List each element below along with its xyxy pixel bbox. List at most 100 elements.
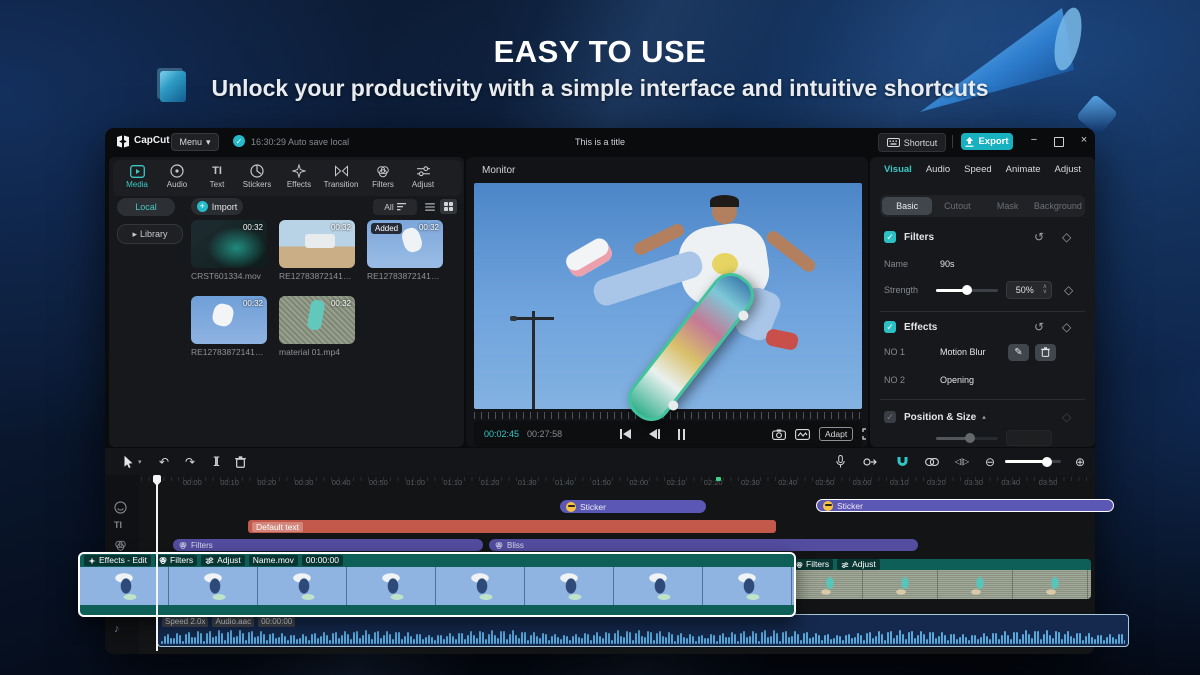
- sidebar-item-library[interactable]: ▸ Library: [117, 224, 183, 244]
- reset-icon[interactable]: ↺: [1034, 230, 1044, 244]
- shortcut-button[interactable]: Shortcut: [878, 133, 946, 152]
- filters-icon: [363, 163, 403, 179]
- sticker-clip[interactable]: Sticker: [560, 500, 706, 513]
- adapt-button[interactable]: Adapt: [819, 427, 854, 441]
- media-item[interactable]: Added 00:32 RE127838721412.mp4: [367, 220, 443, 281]
- ruler-label: 01:50: [592, 478, 611, 487]
- snapshot-icon[interactable]: [772, 428, 786, 440]
- tab-filters[interactable]: Filters: [363, 163, 403, 189]
- media-thumbnail: 00:32: [191, 220, 267, 268]
- tab-transition[interactable]: Transition: [321, 163, 361, 189]
- export-button[interactable]: Export: [961, 133, 1013, 150]
- minimize-button[interactable]: −: [1026, 134, 1042, 146]
- sticker-track-icon: [114, 501, 127, 514]
- previous-frame-button[interactable]: [649, 429, 660, 439]
- effects-icon: [279, 163, 319, 179]
- tab-audio-props[interactable]: Audio: [926, 164, 950, 175]
- timeline-ruler[interactable]: 00:00 00:10 00:20 00:30 00:40 00:50 01:00 01:10…: [141, 477, 1093, 489]
- video-clip[interactable]: Filters Adjust: [788, 559, 1091, 599]
- keyframe-icon[interactable]: ◇: [1062, 320, 1071, 334]
- list-view-button[interactable]: [421, 199, 438, 214]
- keyframe-arrow-icon: [863, 457, 877, 466]
- tab-speed[interactable]: Speed: [964, 164, 991, 175]
- record-voiceover-button[interactable]: [829, 451, 851, 472]
- grid-view-button[interactable]: [440, 199, 457, 214]
- filter-all-button[interactable]: All: [373, 199, 417, 215]
- reset-icon[interactable]: ↺: [1034, 320, 1044, 334]
- delete-button[interactable]: [229, 451, 251, 472]
- subtab-mask[interactable]: Mask: [983, 197, 1033, 215]
- subtab-cutout[interactable]: Cutout: [932, 197, 982, 215]
- filter-clip[interactable]: Bliss: [489, 539, 918, 551]
- effects-checkbox[interactable]: ✓: [884, 321, 896, 333]
- menu-button[interactable]: Menu ▾: [171, 133, 219, 151]
- import-button[interactable]: + Import: [191, 198, 243, 215]
- strength-label: Strength: [884, 285, 919, 295]
- effect-name: Opening: [940, 375, 975, 385]
- magnet-icon: [897, 457, 907, 466]
- audio-clip[interactable]: Speed 2.0x Audio.aac 00:00:00: [157, 614, 1129, 647]
- zoom-out-icon: ⊖: [984, 454, 996, 469]
- sticker-clip-selected[interactable]: Sticker: [816, 499, 1114, 512]
- clipped-value-box[interactable]: [1006, 430, 1052, 446]
- delete-effect-button[interactable]: [1035, 343, 1056, 361]
- select-tool-button[interactable]: [117, 451, 139, 472]
- duration-badge: 00:32: [330, 223, 351, 232]
- media-panel: Media Audio TI Text Stickers Effects Tra…: [109, 157, 464, 447]
- subtab-background[interactable]: Background: [1033, 197, 1083, 215]
- filters-checkbox[interactable]: ✓: [884, 231, 896, 243]
- tab-stickers[interactable]: Stickers: [237, 163, 277, 189]
- mirror-preview-icon[interactable]: [795, 428, 810, 440]
- edit-effect-button[interactable]: ✎: [1008, 343, 1029, 361]
- close-button[interactable]: ×: [1076, 134, 1092, 146]
- redo-button[interactable]: ↷: [179, 451, 201, 472]
- skater-arm-right: [764, 228, 818, 275]
- video-clip-selected[interactable]: Effects - Edit Filters Adjust Name.mov 0…: [78, 552, 796, 617]
- link-clips-button[interactable]: [921, 451, 943, 472]
- filters-icon: [796, 561, 803, 568]
- strength-value-box[interactable]: 50% ∧ ∨: [1006, 281, 1052, 299]
- media-item[interactable]: 00:32 material 01.mp4: [279, 296, 355, 357]
- collapse-icon[interactable]: ▴: [982, 413, 986, 421]
- media-item[interactable]: 00:32 CRST601334.mov: [191, 220, 267, 281]
- timeline-zoom-out-button[interactable]: ⊖: [979, 451, 1001, 472]
- sidebar-item-local[interactable]: Local: [117, 198, 175, 216]
- ruler-label: 03:30: [964, 478, 983, 487]
- tab-animate[interactable]: Animate: [1006, 164, 1041, 175]
- ruler-label: 01:40: [555, 478, 574, 487]
- tab-visual[interactable]: Visual: [884, 164, 912, 175]
- select-tool-caret[interactable]: ▾: [138, 458, 142, 466]
- tab-effects[interactable]: Effects: [279, 163, 319, 189]
- tab-audio[interactable]: Audio: [157, 163, 197, 189]
- split-button[interactable]: ][: [205, 451, 227, 472]
- timeline-zoom-slider[interactable]: [1005, 456, 1061, 467]
- magnet-snap-button[interactable]: [891, 451, 913, 472]
- media-item[interactable]: 00:32 RE127838721412.mp4: [191, 296, 267, 357]
- tab-adjust-props[interactable]: Adjust: [1055, 164, 1081, 175]
- keyframe-icon[interactable]: ◇: [1062, 230, 1071, 244]
- timeline-zoom-in-button[interactable]: ⊕: [1069, 451, 1091, 472]
- tab-adjust[interactable]: Adjust: [403, 163, 443, 189]
- monitor-controls: 00:02:45 00:27:58 Adapt: [474, 421, 874, 447]
- subtab-basic[interactable]: Basic: [882, 197, 933, 215]
- filter-clip[interactable]: Filters: [173, 539, 483, 551]
- media-item[interactable]: 00:32 RE127838721412.mp4: [279, 220, 355, 281]
- audio-icon: [157, 163, 197, 179]
- duration-badge: 00:32: [242, 299, 263, 308]
- playhead[interactable]: [156, 475, 158, 651]
- pause-button[interactable]: [678, 428, 685, 440]
- tab-media[interactable]: Media: [117, 163, 157, 189]
- preview-split-button[interactable]: ◁|▷: [951, 451, 973, 472]
- stepper[interactable]: ∧ ∨: [1043, 284, 1047, 295]
- strength-slider[interactable]: [936, 285, 998, 295]
- position-size-checkbox[interactable]: ✓: [884, 411, 896, 423]
- skip-start-button[interactable]: [620, 429, 631, 439]
- tab-text[interactable]: TI Text: [197, 163, 237, 189]
- undo-button[interactable]: ↶: [153, 451, 175, 472]
- text-clip[interactable]: Default text: [248, 520, 776, 533]
- media-thumbnail: 00:32: [191, 296, 267, 344]
- keyframe-icon[interactable]: ◇: [1064, 283, 1073, 297]
- maximize-button[interactable]: [1054, 137, 1064, 147]
- clipped-slider[interactable]: [936, 433, 998, 443]
- keyframe-toggle-button[interactable]: [859, 451, 881, 472]
